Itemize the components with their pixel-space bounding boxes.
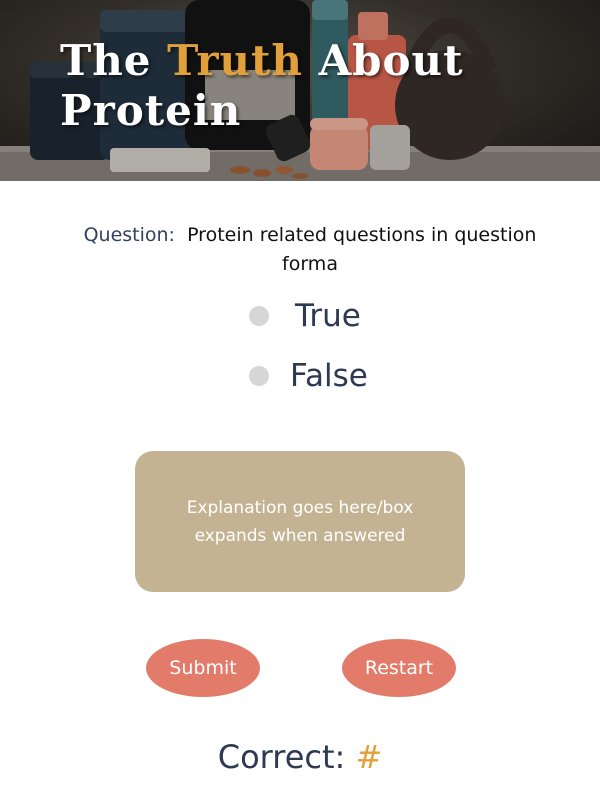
question-text: Question: Protein related questions in q… <box>70 221 550 279</box>
option-true[interactable]: True <box>249 298 361 334</box>
question-body: Protein related questions in question fo… <box>187 224 537 275</box>
radio-false[interactable] <box>249 366 269 386</box>
option-false-label: False <box>290 358 368 394</box>
explanation-box: Explanation goes here/box expands when a… <box>135 451 465 592</box>
title-accent: Truth <box>167 36 303 85</box>
radio-true[interactable] <box>249 306 269 326</box>
score-display: Correct: # <box>0 738 600 776</box>
score-label: Correct: <box>217 738 346 776</box>
hero-banner: The Truth About Protein <box>0 0 600 181</box>
restart-button[interactable]: Restart <box>342 639 456 697</box>
hero-title: The Truth About Protein <box>60 36 530 136</box>
explanation-text: Explanation goes here/box expands when a… <box>186 497 414 546</box>
question-label: Question: <box>83 224 175 246</box>
option-false[interactable]: False <box>249 358 368 394</box>
title-part-1: The <box>60 36 168 85</box>
submit-button[interactable]: Submit <box>146 639 260 697</box>
score-value: # <box>355 738 383 776</box>
option-true-label: True <box>295 298 361 334</box>
